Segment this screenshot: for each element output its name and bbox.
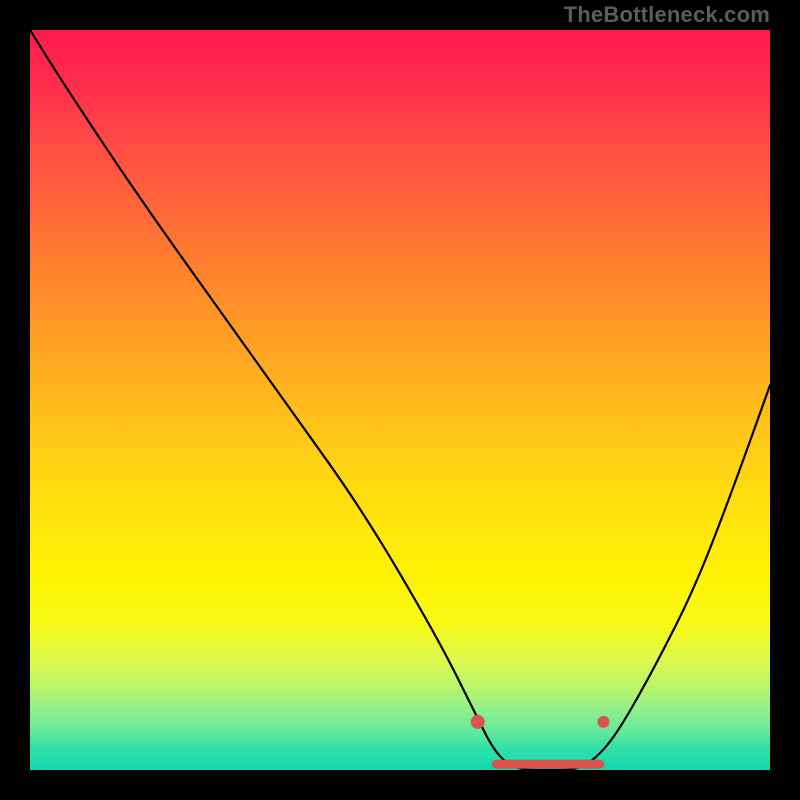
watermark-text: TheBottleneck.com xyxy=(564,2,770,28)
gradient-plot-background xyxy=(30,30,770,770)
bottleneck-curve-svg xyxy=(30,30,770,770)
marker-left xyxy=(471,715,485,729)
chart-frame: TheBottleneck.com xyxy=(0,0,800,800)
marker-right xyxy=(598,716,610,728)
bottleneck-curve-path xyxy=(30,30,770,770)
